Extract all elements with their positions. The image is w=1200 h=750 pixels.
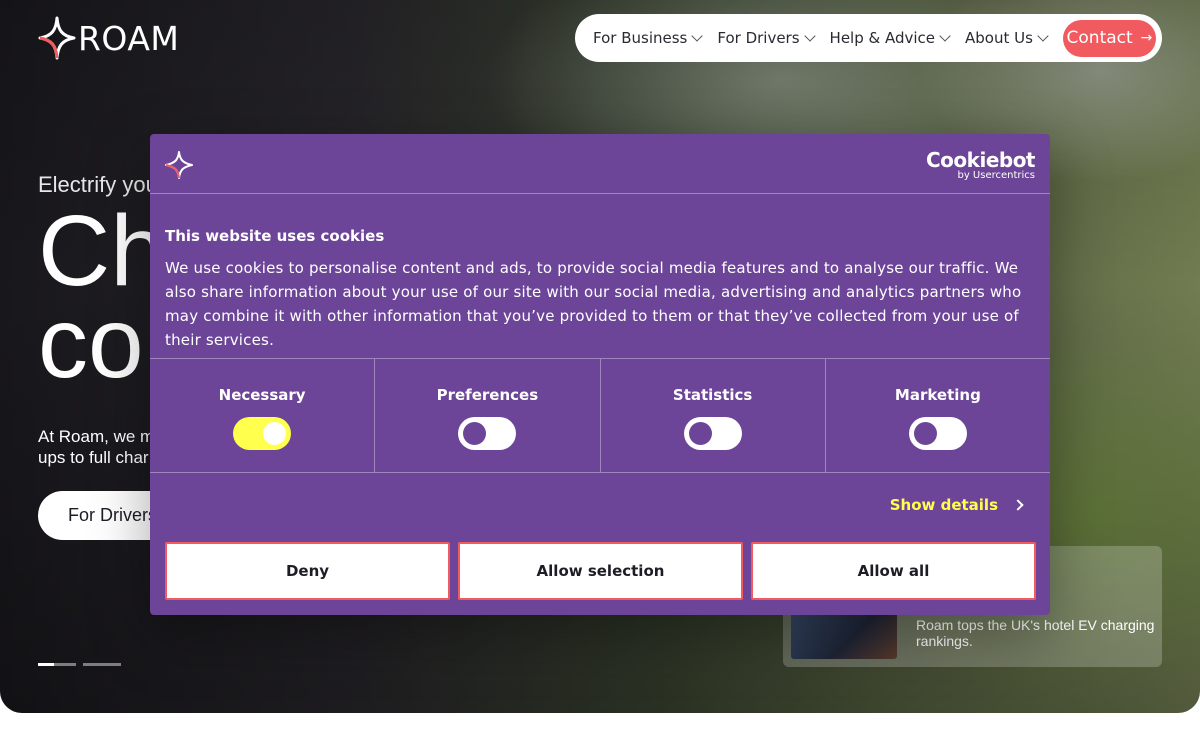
nav-item-label: About Us	[965, 29, 1033, 47]
toggle-knob	[913, 422, 937, 445]
category-label: Preferences	[436, 386, 539, 404]
dialog-text: We use cookies to personalise content an…	[165, 259, 1022, 349]
chevron-right-icon	[1012, 499, 1024, 511]
nav-item-label: Help & Advice	[829, 29, 936, 47]
marketing-toggle[interactable]	[908, 417, 967, 450]
nav-item-label: For Business	[593, 29, 688, 47]
show-details-link[interactable]: Show details	[889, 496, 1024, 514]
news-description: Roam tops the UK's hotel EV charging ran…	[916, 617, 1155, 649]
toggle-knob	[263, 422, 287, 445]
chevron-down-icon	[803, 30, 816, 42]
cookiebot-brand: Cookiebot	[926, 148, 1036, 172]
chevron-down-icon	[939, 30, 951, 42]
category-label: Marketing	[894, 386, 981, 404]
contact-label: Contact	[1066, 28, 1133, 48]
nav-item-for-drivers[interactable]: For Drivers	[717, 29, 816, 47]
main-nav: For Business For Drivers Help & Advice A…	[575, 14, 1162, 62]
category-statistics: Statistics	[601, 359, 826, 472]
chevron-down-icon	[1037, 30, 1049, 42]
show-details-label: Show details	[889, 496, 998, 514]
nav-item-for-business[interactable]: For Business	[593, 29, 704, 47]
cookie-consent-dialog: Cookiebot by Usercentrics This website u…	[150, 134, 1050, 615]
category-label: Necessary	[218, 386, 306, 404]
toggle-knob	[463, 422, 487, 445]
cookie-categories: Necessary Preferences Statistics Marketi…	[150, 358, 1050, 473]
deny-button[interactable]: Deny	[165, 542, 450, 600]
nav-item-label: For Drivers	[717, 29, 800, 47]
roam-star-icon	[165, 151, 193, 179]
arrow-right-icon: →	[1140, 30, 1153, 46]
dialog-title: This website uses cookies	[165, 227, 385, 245]
carousel-indicators	[38, 663, 128, 666]
preferences-toggle[interactable]	[458, 417, 517, 450]
chevron-down-icon	[691, 30, 704, 42]
statistics-toggle[interactable]	[683, 417, 742, 450]
cookiebot-logo[interactable]: Cookiebot by Usercentrics	[926, 148, 1036, 181]
allow-selection-button[interactable]: Allow selection	[458, 542, 743, 600]
category-necessary: Necessary	[150, 359, 376, 472]
dialog-header: Cookiebot by Usercentrics	[150, 134, 1050, 194]
roam-logo[interactable]: ROAM	[38, 16, 179, 60]
necessary-toggle[interactable]	[233, 417, 292, 450]
category-marketing: Marketing	[826, 359, 1050, 472]
nav-item-help-advice[interactable]: Help & Advice	[829, 29, 951, 47]
category-label: Statistics	[672, 386, 753, 404]
carousel-indicator-1[interactable]	[38, 663, 76, 666]
carousel-progress-fill	[38, 663, 54, 666]
toggle-knob	[688, 422, 712, 445]
roam-star-icon	[38, 16, 76, 60]
category-preferences: Preferences	[375, 359, 601, 472]
brand-name: ROAM	[78, 18, 180, 58]
nav-item-about-us[interactable]: About Us	[965, 29, 1049, 47]
dialog-buttons: Deny Allow selection Allow all	[165, 542, 1036, 600]
carousel-indicator-2[interactable]	[83, 663, 121, 666]
allow-all-button[interactable]: Allow all	[751, 542, 1036, 600]
contact-button[interactable]: Contact →	[1062, 19, 1156, 57]
